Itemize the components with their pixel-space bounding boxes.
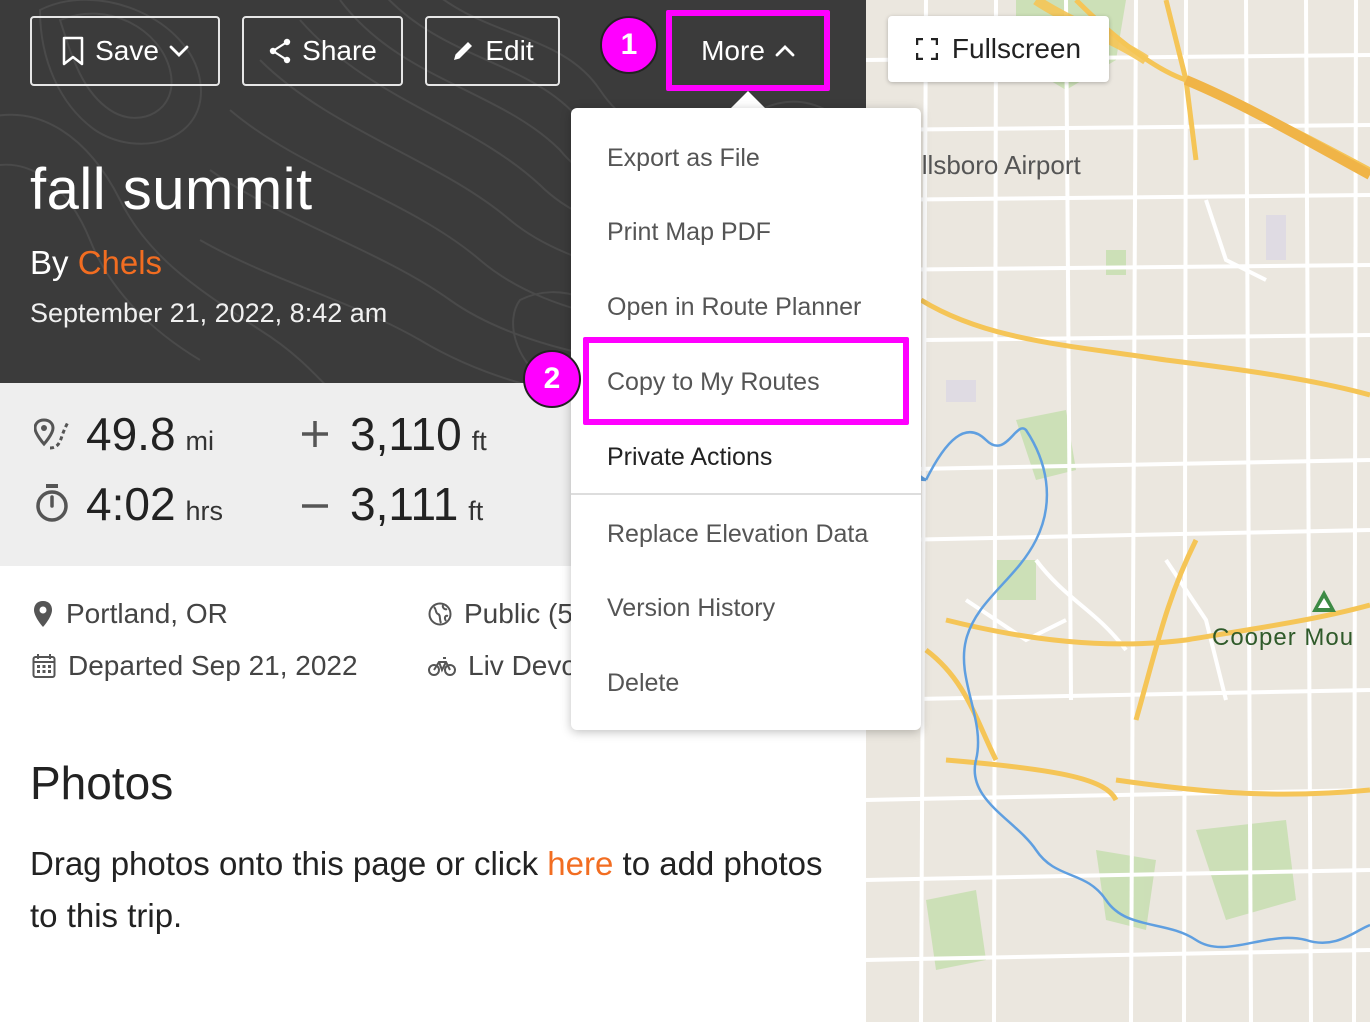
menu-section-private-actions: Private Actions xyxy=(607,443,773,471)
menu-caret xyxy=(730,91,766,109)
minus-icon xyxy=(302,504,328,508)
duration-unit: hrs xyxy=(185,496,224,526)
elevation-gain-value: 3,110 xyxy=(350,408,462,460)
photos-heading: Photos xyxy=(30,757,174,809)
photos-instructions: Drag photos onto this page or click here… xyxy=(30,838,830,942)
menu-item-replace-elevation[interactable]: Replace Elevation Data xyxy=(607,520,868,549)
bicycle-icon xyxy=(428,657,456,676)
menu-item-print-map-pdf[interactable]: Print Map PDF xyxy=(607,218,771,247)
fullscreen-label: Fullscreen xyxy=(951,33,1082,64)
distance-unit: mi xyxy=(185,426,215,456)
plus-icon xyxy=(302,421,328,447)
menu-item-version-history[interactable]: Version History xyxy=(607,594,775,623)
bike-text: Liv Devo xyxy=(468,650,577,681)
departed-text: Departed Sep 21, 2022 xyxy=(68,650,358,681)
by-prefix: By xyxy=(30,244,69,281)
privacy-text: Public (5 xyxy=(464,598,573,629)
author-link[interactable]: Chels xyxy=(78,244,162,281)
menu-item-export-file[interactable]: Export as File xyxy=(607,144,760,173)
edit-button[interactable]: Edit xyxy=(425,16,560,86)
stopwatch-icon xyxy=(36,484,68,522)
menu-item-delete[interactable]: Delete xyxy=(607,669,679,698)
bookmark-icon xyxy=(62,36,84,66)
stat-elevation-loss: 3,111 ft xyxy=(350,477,483,531)
trip-byline: By Chels xyxy=(30,244,162,282)
more-label: More xyxy=(701,34,765,66)
location-text: Portland, OR xyxy=(66,598,228,629)
trip-datetime: September 21, 2022, 8:42 am xyxy=(30,298,388,328)
elevation-loss-value: 3,111 xyxy=(350,478,459,530)
map-label-airport: illsboro Airport xyxy=(916,150,1081,180)
copy-routes-highlight xyxy=(583,337,909,425)
menu-divider xyxy=(571,493,921,495)
save-label: Save xyxy=(95,35,159,66)
chevron-up-icon xyxy=(775,44,795,56)
edit-label: Edit xyxy=(485,35,534,66)
map-label-park: Cooper Mou xyxy=(1212,624,1355,651)
add-photos-link[interactable]: here xyxy=(547,845,613,882)
stat-elevation-gain: 3,110 ft xyxy=(350,407,487,461)
globe-icon xyxy=(428,602,452,626)
detail-departed: Departed Sep 21, 2022 xyxy=(32,650,358,682)
stat-duration: 4:02 hrs xyxy=(86,477,223,531)
calendar-icon xyxy=(32,654,56,678)
share-button[interactable]: Share xyxy=(242,16,403,86)
share-label: Share xyxy=(302,35,377,66)
fullscreen-icon xyxy=(915,38,938,60)
detail-privacy: Public (5 xyxy=(428,598,573,630)
more-button[interactable]: More xyxy=(666,10,830,91)
detail-location: Portland, OR xyxy=(32,598,228,630)
share-icon xyxy=(269,38,291,64)
trip-title: fall summit xyxy=(30,157,313,222)
chevron-down-icon xyxy=(169,45,189,57)
pencil-icon xyxy=(454,42,473,60)
distance-value: 49.8 xyxy=(86,408,176,460)
stat-distance: 49.8 mi xyxy=(86,407,214,461)
route-distance-icon xyxy=(34,418,70,450)
step-marker-1: 1 xyxy=(600,16,658,74)
menu-item-open-route-planner[interactable]: Open in Route Planner xyxy=(607,293,861,322)
detail-bike: Liv Devo xyxy=(428,650,577,682)
map-pin-icon xyxy=(34,601,52,627)
elevation-gain-unit: ft xyxy=(471,426,487,456)
step-marker-2: 2 xyxy=(523,350,581,408)
duration-value: 4:02 xyxy=(86,478,176,530)
elevation-loss-unit: ft xyxy=(468,496,484,526)
fullscreen-button[interactable]: Fullscreen xyxy=(888,16,1109,82)
save-button[interactable]: Save xyxy=(30,16,220,86)
photos-text-before: Drag photos onto this page or click xyxy=(30,845,548,882)
